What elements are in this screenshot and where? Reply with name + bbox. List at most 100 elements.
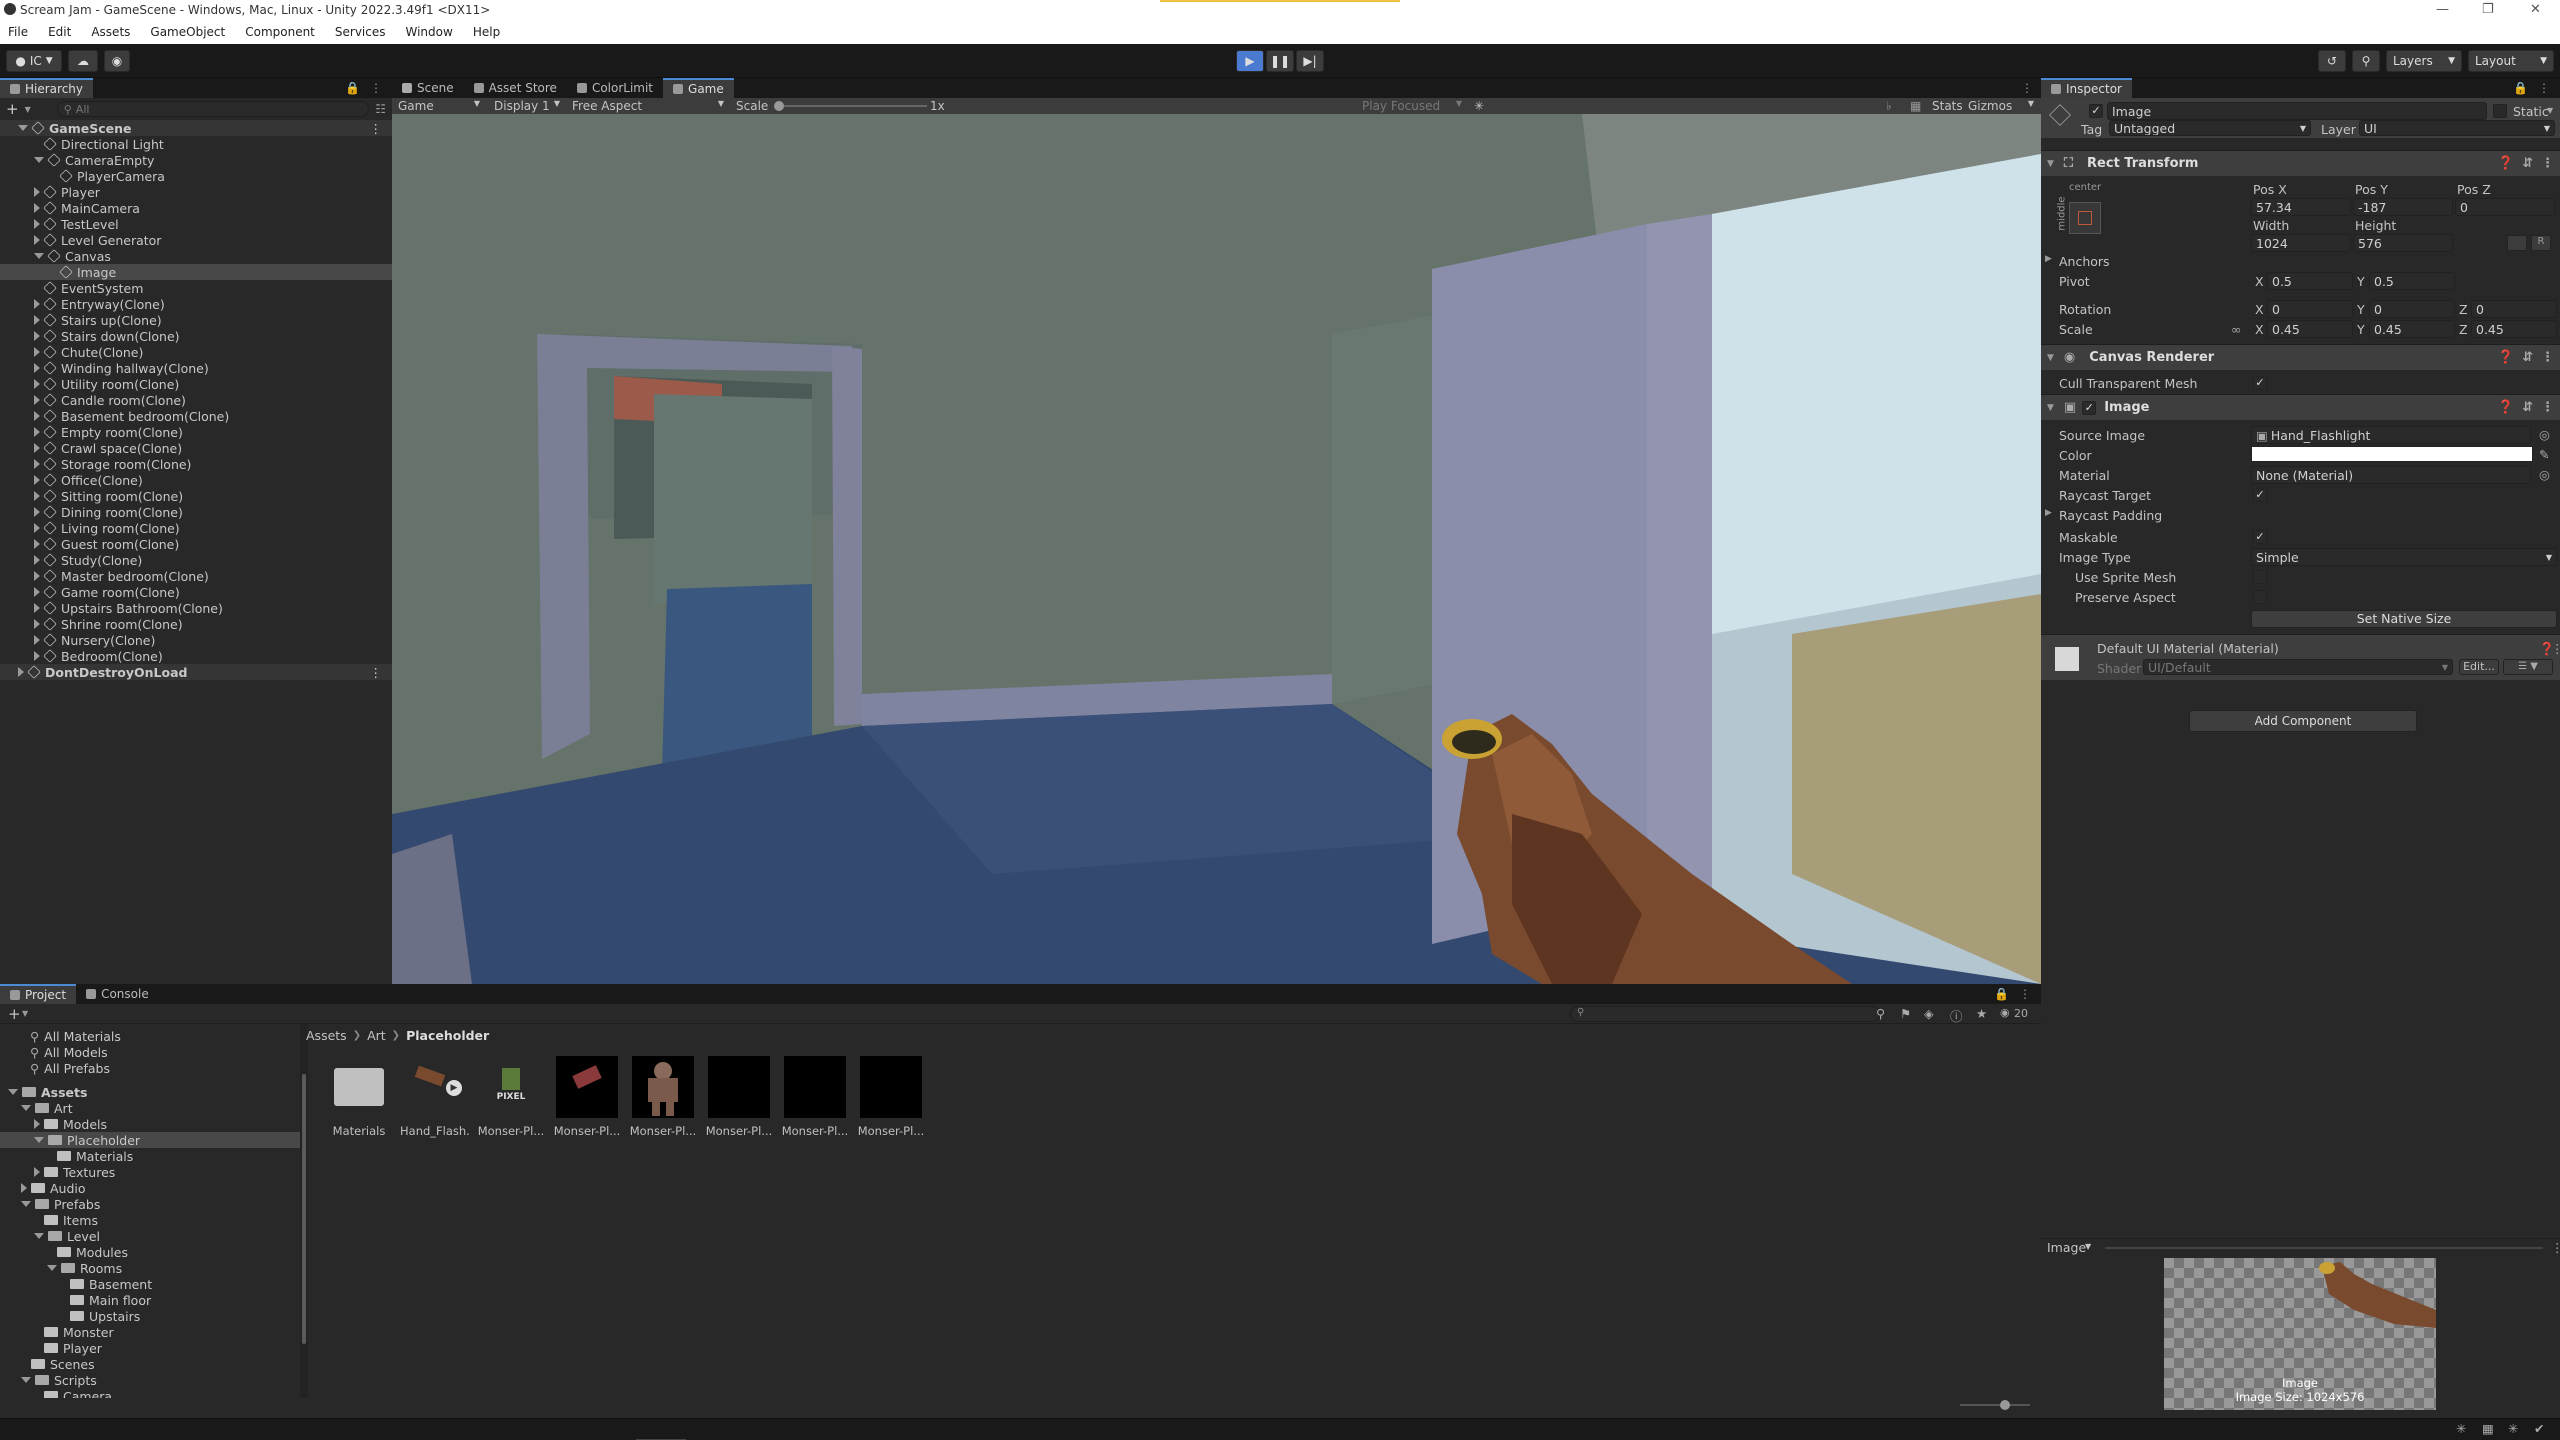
menu-edit[interactable]: Edit xyxy=(48,25,71,39)
chevron-right-icon[interactable] xyxy=(34,315,40,325)
layers-dropdown[interactable]: Layers ▼ xyxy=(2386,50,2462,72)
favorite-star-icon[interactable]: ★ xyxy=(1976,1006,1987,1021)
chevron-right-icon[interactable] xyxy=(34,331,40,341)
chevron-right-icon[interactable]: ▶ xyxy=(2045,254,2052,264)
hierarchy-item[interactable]: Game room(Clone) xyxy=(0,584,392,600)
tree-scrollbar[interactable] xyxy=(300,1024,308,1398)
blueprint-mode-button[interactable] xyxy=(2507,235,2527,251)
chevron-right-icon[interactable] xyxy=(34,507,40,517)
hierarchy-item[interactable]: CameraEmpty xyxy=(0,152,392,168)
close-icon[interactable]: ✕ xyxy=(2530,2,2541,17)
pos-z-field[interactable]: 0 xyxy=(2455,198,2555,216)
chevron-down-icon[interactable] xyxy=(21,1377,31,1383)
help-icon[interactable]: ❓ xyxy=(2498,400,2514,415)
project-folder-item[interactable]: Scenes xyxy=(0,1356,300,1372)
chevron-right-icon[interactable]: ▶ xyxy=(2045,508,2052,518)
scale-x-field[interactable]: 0.45 xyxy=(2267,320,2353,338)
chevron-down-icon[interactable] xyxy=(21,1105,31,1111)
hierarchy-item[interactable]: Dining room(Clone) xyxy=(0,504,392,520)
menu-help[interactable]: Help xyxy=(473,25,500,39)
hidden-packages-icon[interactable]: ◉ xyxy=(2000,1006,2010,1019)
rotation-x-field[interactable]: 0 xyxy=(2267,300,2353,318)
project-folder-item[interactable]: Monster xyxy=(0,1324,300,1340)
hierarchy-item[interactable]: Guest room(Clone) xyxy=(0,536,392,552)
raycast-target-checkbox[interactable]: ✓ xyxy=(2253,488,2267,502)
chevron-down-icon[interactable] xyxy=(34,253,44,259)
more-options-icon[interactable]: ⋮ xyxy=(2541,156,2554,171)
preserve-aspect-checkbox[interactable] xyxy=(2253,590,2267,604)
chevron-right-icon[interactable] xyxy=(34,539,40,549)
info-icon[interactable]: ⓘ xyxy=(1950,1006,1963,1025)
eyedropper-icon[interactable]: ✎ xyxy=(2539,447,2549,462)
hierarchy-item[interactable]: Stairs down(Clone) xyxy=(0,328,392,344)
project-folder-item[interactable]: Basement xyxy=(0,1276,300,1292)
hierarchy-item[interactable]: Stairs up(Clone) xyxy=(0,312,392,328)
more-options-icon[interactable]: ⋮ xyxy=(2538,81,2550,95)
width-field[interactable]: 1024 xyxy=(2251,234,2351,252)
chevron-right-icon[interactable] xyxy=(18,667,24,677)
more-options-icon[interactable]: ⋮ xyxy=(2541,350,2554,365)
bug-icon[interactable]: ✳ xyxy=(2508,1421,2518,1436)
chevron-right-icon[interactable] xyxy=(34,635,40,645)
hierarchy-item[interactable]: Winding hallway(Clone) xyxy=(0,360,392,376)
minimize-icon[interactable]: — xyxy=(2436,2,2449,17)
project-folder-item[interactable]: Art xyxy=(0,1100,300,1116)
project-folder-item[interactable]: Textures xyxy=(0,1164,300,1180)
hierarchy-item[interactable]: Utility room(Clone) xyxy=(0,376,392,392)
more-options-icon[interactable]: ⋮ xyxy=(370,121,383,136)
search-by-type-icon[interactable]: ⚲ xyxy=(1876,1006,1885,1021)
chevron-right-icon[interactable] xyxy=(34,475,40,485)
pause-button[interactable]: ❚❚ xyxy=(1266,50,1294,72)
chevron-right-icon[interactable] xyxy=(34,443,40,453)
chevron-down-icon[interactable]: ▼ xyxy=(22,1009,28,1018)
pivot-x-field[interactable]: 0.5 xyxy=(2267,272,2353,290)
asset-item[interactable]: Materials xyxy=(324,1056,394,1138)
hierarchy-item[interactable]: Crawl space(Clone) xyxy=(0,440,392,456)
menu-file[interactable]: File xyxy=(8,25,28,39)
tag-dropdown[interactable]: Untagged ▼ xyxy=(2109,120,2311,136)
object-picker-icon[interactable]: ◎ xyxy=(2539,467,2550,482)
chevron-right-icon[interactable] xyxy=(34,603,40,613)
lock-icon[interactable]: 🔒 xyxy=(1994,987,2009,1001)
bug-icon[interactable]: ✳ xyxy=(1474,99,1484,113)
tree-scrollbar-thumb[interactable] xyxy=(302,1074,306,1344)
breadcrumb-art[interactable]: Art xyxy=(367,1028,386,1043)
rotation-z-field[interactable]: 0 xyxy=(2471,300,2557,318)
hierarchy-item[interactable]: GameScene ⋮ xyxy=(0,120,392,136)
menu-assets[interactable]: Assets xyxy=(91,25,130,39)
tag-icon[interactable]: ◈ xyxy=(1924,1006,1934,1021)
chevron-right-icon[interactable] xyxy=(34,619,40,629)
more-options-icon[interactable]: ⋮ xyxy=(2551,641,2560,656)
favorite-item[interactable]: ⚲ All Prefabs xyxy=(30,1060,110,1076)
chevron-down-icon[interactable] xyxy=(18,125,28,131)
chevron-right-icon[interactable] xyxy=(34,1167,40,1177)
maskable-checkbox[interactable]: ✓ xyxy=(2253,530,2267,544)
hierarchy-item[interactable]: Study(Clone) xyxy=(0,552,392,568)
chevron-down-icon[interactable]: ▼ xyxy=(2085,1242,2091,1251)
project-folder-item[interactable]: Audio xyxy=(0,1180,300,1196)
project-folder-item[interactable]: Rooms xyxy=(0,1260,300,1276)
project-folder-item[interactable]: Modules xyxy=(0,1244,300,1260)
asset-item[interactable]: PIXEL Monser-Pl... xyxy=(476,1056,546,1138)
asset-item[interactable]: Monser-Pl... xyxy=(780,1056,850,1138)
account-button[interactable]: ● IC ▼ xyxy=(6,50,62,72)
hierarchy-item[interactable]: Candle room(Clone) xyxy=(0,392,392,408)
more-options-icon[interactable]: ⋮ xyxy=(370,81,382,95)
asset-item[interactable]: Monser-Pl... xyxy=(628,1056,698,1138)
more-options-icon[interactable]: ⋮ xyxy=(2021,78,2033,98)
project-folder-item[interactable]: Assets xyxy=(0,1084,300,1100)
mute-audio-icon[interactable]: ♭ xyxy=(1886,99,1892,113)
scale-z-field[interactable]: 0.45 xyxy=(2471,320,2557,338)
display-dropdown[interactable]: Display 1 ▼ xyxy=(494,99,560,113)
game-viewport[interactable] xyxy=(392,114,2041,984)
project-search-input[interactable]: ⚲ xyxy=(1570,1006,1880,1022)
hierarchy-item[interactable]: Office(Clone) xyxy=(0,472,392,488)
color-swatch[interactable] xyxy=(2251,446,2533,462)
pivot-y-field[interactable]: 0.5 xyxy=(2369,272,2455,290)
chevron-right-icon[interactable] xyxy=(34,651,40,661)
object-name-field[interactable]: Image xyxy=(2107,102,2487,120)
search-button[interactable]: ⚲ xyxy=(2352,50,2380,72)
more-options-icon[interactable]: ⋮ xyxy=(2541,400,2554,415)
shader-edit-button[interactable]: Edit... xyxy=(2459,659,2499,675)
chevron-right-icon[interactable] xyxy=(34,411,40,421)
